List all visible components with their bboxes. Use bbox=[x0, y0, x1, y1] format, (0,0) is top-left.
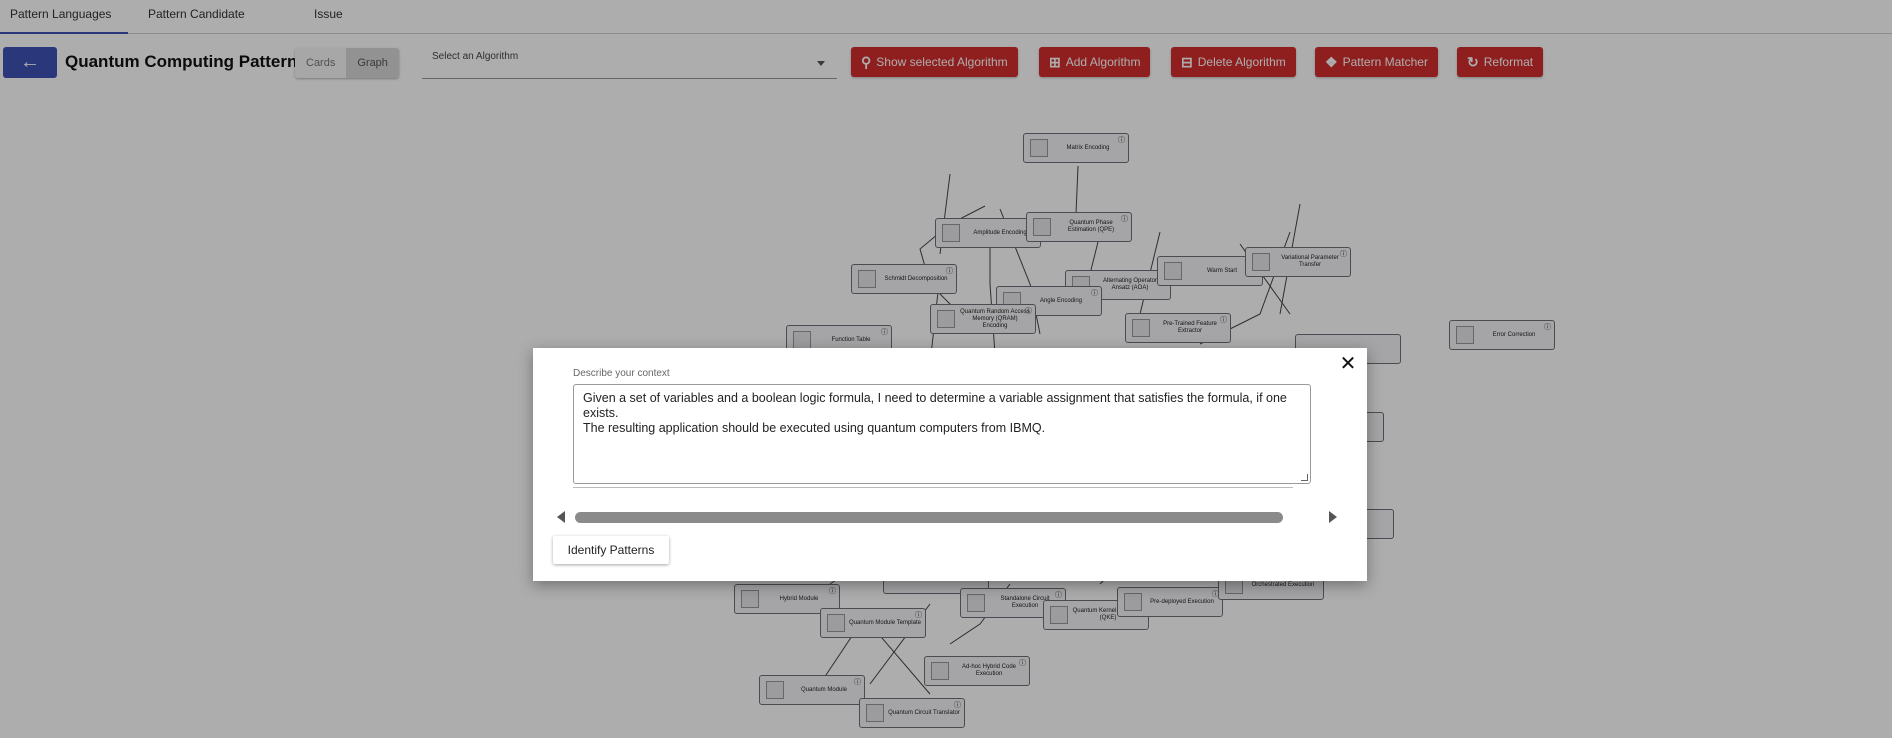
divider bbox=[573, 487, 1293, 488]
identify-patterns-button[interactable]: Identify Patterns bbox=[553, 536, 669, 564]
scrollbar-thumb[interactable] bbox=[575, 512, 1283, 523]
horizontal-scrollbar[interactable] bbox=[557, 510, 1337, 524]
scroll-left-icon[interactable] bbox=[557, 511, 565, 523]
context-textarea[interactable]: Given a set of variables and a boolean l… bbox=[573, 384, 1311, 484]
context-label: Describe your context bbox=[573, 368, 670, 379]
resize-handle-icon[interactable] bbox=[1301, 474, 1308, 481]
close-icon[interactable]: ✕ bbox=[1338, 354, 1358, 374]
scroll-right-icon[interactable] bbox=[1329, 511, 1337, 523]
context-text: Given a set of variables and a boolean l… bbox=[583, 391, 1287, 435]
pattern-matcher-dialog: ✕ Describe your context Given a set of v… bbox=[533, 348, 1367, 581]
